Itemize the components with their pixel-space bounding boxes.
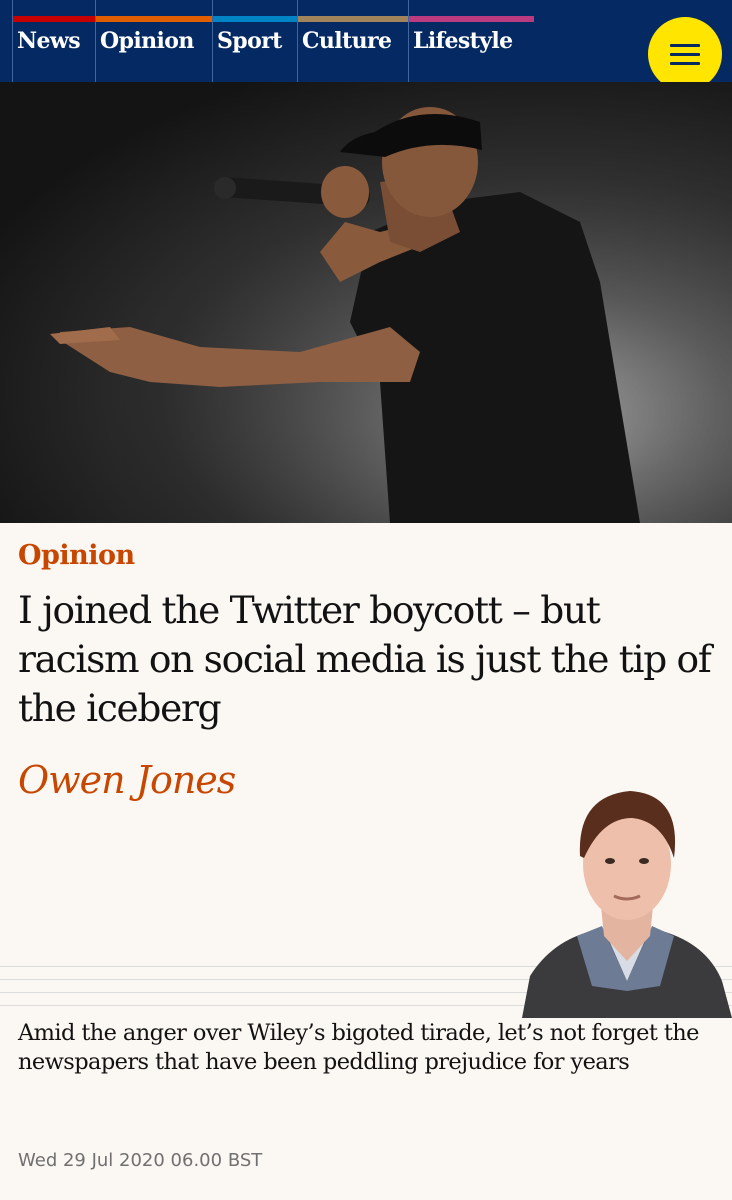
- performer-illustration: [0, 82, 732, 523]
- nav-stripe-lifestyle: [409, 16, 534, 22]
- nav-item-news[interactable]: News: [12, 0, 95, 82]
- section-kicker[interactable]: Opinion: [18, 540, 135, 571]
- article-headline: I joined the Twitter boycott – but racis…: [18, 588, 712, 730]
- nav-item-culture[interactable]: Culture: [297, 0, 408, 82]
- hamburger-menu-icon: [670, 41, 700, 68]
- author-byline[interactable]: Owen Jones: [18, 758, 236, 802]
- nav-item-opinion[interactable]: Opinion: [95, 0, 212, 82]
- nav-item-sport[interactable]: Sport: [212, 0, 297, 82]
- nav-item-label: Sport: [217, 28, 282, 54]
- nav-stripe-culture: [298, 16, 408, 22]
- nav-item-label: Lifestyle: [413, 28, 513, 54]
- nav-item-label: Opinion: [100, 28, 194, 54]
- hero-image: i: [0, 82, 732, 523]
- publish-date: Wed 29 Jul 2020 06.00 BST: [18, 1150, 263, 1171]
- menu-button[interactable]: [648, 17, 722, 91]
- top-navigation: News Opinion Sport Culture Lifestyle: [0, 0, 732, 91]
- nav-stripe-sport: [213, 16, 297, 22]
- nav-stripe-news: [13, 16, 95, 22]
- nav-item-label: Culture: [302, 28, 392, 54]
- nav-stripe-opinion: [96, 16, 212, 22]
- nav-item-lifestyle[interactable]: Lifestyle: [408, 0, 534, 82]
- author-portrait: [522, 791, 732, 1018]
- article-standfirst: Amid the anger over Wiley’s bigoted tira…: [18, 1020, 699, 1075]
- nav-item-label: News: [17, 28, 81, 54]
